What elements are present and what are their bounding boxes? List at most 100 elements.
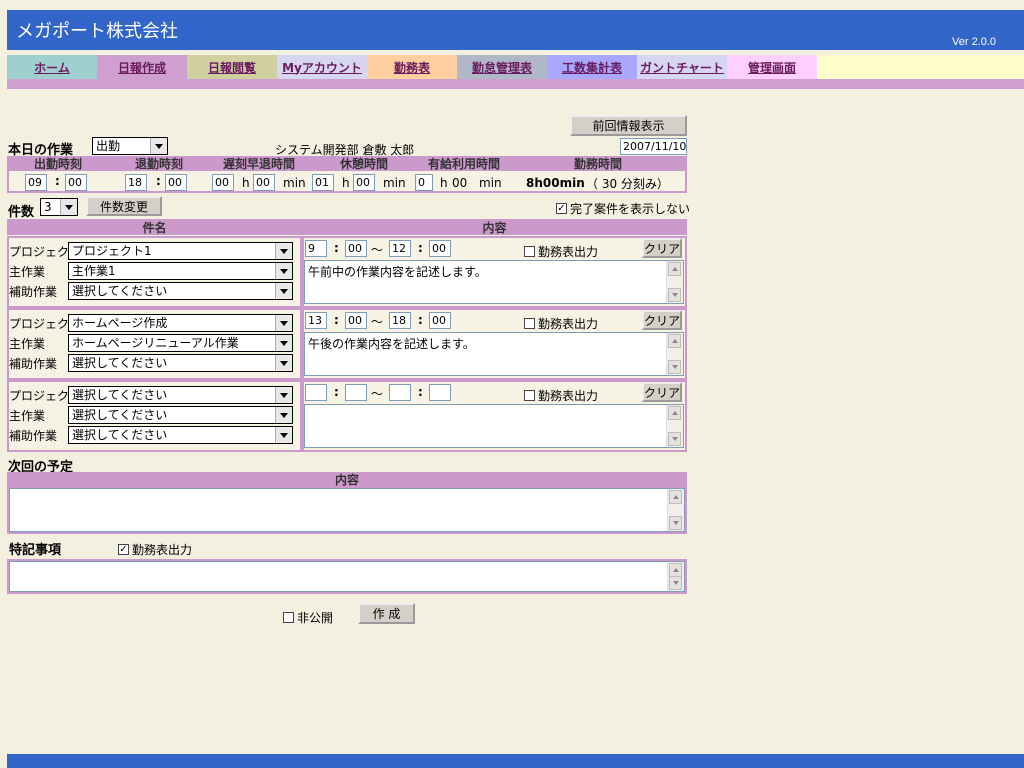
scrollbar[interactable] [667, 562, 684, 591]
chevron-down-icon [275, 263, 292, 279]
scrollbar[interactable] [666, 261, 683, 303]
task-start-minute[interactable]: 00 [345, 312, 367, 329]
task-content-textarea[interactable]: 午後の作業内容を記述します。 [304, 332, 684, 376]
main-work-select[interactable]: ホームページリニューアル作業 [68, 334, 293, 352]
chevron-down-icon [275, 243, 292, 259]
task-content-textarea[interactable] [304, 404, 684, 448]
scroll-down-icon[interactable] [668, 432, 681, 446]
sub-work-label: 補助作業 [9, 429, 58, 443]
task-end-hour[interactable]: 18 [389, 312, 411, 329]
main-work-label: 主作業 [9, 265, 46, 279]
task-start-hour[interactable]: 9 [305, 240, 327, 257]
scrollbar[interactable] [667, 489, 684, 531]
nav-underline [7, 79, 1024, 89]
attendance-select[interactable]: 出勤 [92, 137, 168, 155]
tab-admin[interactable]: 管理画面 [727, 55, 817, 79]
scroll-down-icon[interactable] [669, 516, 682, 530]
tab-home[interactable]: ホーム [7, 55, 97, 79]
scroll-up-icon[interactable] [668, 334, 681, 348]
tab-report-view[interactable]: 日報閲覧 [187, 55, 277, 79]
prev-info-button[interactable]: 前回情報表示 [570, 115, 687, 136]
private-checkbox[interactable]: 非公開 [283, 609, 333, 626]
tab-gantt[interactable]: ガントチャート [637, 55, 727, 79]
task-start-minute[interactable]: 00 [345, 240, 367, 257]
sub-work-label: 補助作業 [9, 357, 58, 371]
next-plan-textarea[interactable] [9, 488, 685, 532]
task-start-hour[interactable] [305, 384, 327, 401]
task-end-minute[interactable]: 00 [429, 312, 451, 329]
chevron-down-icon [275, 387, 292, 403]
special-timesheet-checkbox[interactable]: ✓ 勤務表出力 [118, 541, 192, 558]
work-time-value: 8h00min [526, 176, 585, 190]
special-notes-label: 特記事項 [9, 543, 62, 558]
chevron-down-icon [275, 335, 292, 351]
break-hour[interactable]: 01 [312, 174, 334, 191]
sub-work-select[interactable]: 選択してください [68, 282, 293, 300]
task-timesheet-checkbox[interactable]: 勤務表出力 [524, 315, 598, 332]
scroll-up-icon[interactable] [669, 563, 682, 577]
task-end-hour[interactable] [389, 384, 411, 401]
break-minute[interactable]: 00 [353, 174, 375, 191]
checkbox-checked-icon: ✓ [556, 202, 567, 214]
tab-timesheet[interactable]: 勤務表 [367, 55, 457, 79]
end-hour[interactable]: 18 [125, 174, 147, 191]
create-button[interactable]: 作 成 [358, 603, 415, 624]
task-end-hour[interactable]: 12 [389, 240, 411, 257]
task-content-textarea[interactable]: 午前中の作業内容を記述します。 [304, 260, 684, 304]
clear-button[interactable]: クリア [642, 382, 682, 402]
scroll-up-icon[interactable] [668, 406, 681, 420]
clear-button[interactable]: クリア [642, 238, 682, 258]
tab-report-create[interactable]: 日報作成 [97, 55, 187, 79]
sub-work-select[interactable]: 選択してください [68, 354, 293, 372]
paid-hour[interactable]: 0 [415, 174, 433, 191]
chevron-down-icon [60, 199, 77, 215]
chevron-down-icon [150, 138, 167, 154]
special-notes-textarea[interactable] [9, 561, 685, 592]
tab-my-account[interactable]: Myアカウント [277, 55, 367, 79]
rounding-note: （ 30 分刻み） [586, 177, 669, 191]
late-hour[interactable]: 00 [212, 174, 234, 191]
project-select[interactable]: ホームページ作成 [68, 314, 293, 332]
scroll-up-icon[interactable] [668, 262, 681, 276]
clear-button[interactable]: クリア [642, 310, 682, 330]
scroll-up-icon[interactable] [669, 490, 682, 504]
main-work-label: 主作業 [9, 409, 46, 423]
task-end-minute[interactable]: 00 [429, 240, 451, 257]
sub-work-select[interactable]: 選択してください [68, 426, 293, 444]
chevron-down-icon [275, 355, 292, 371]
task-start-hour[interactable]: 13 [305, 312, 327, 329]
nav-tabs: ホーム 日報作成 日報閲覧 Myアカウント 勤務表 勤怠管理表 工数集計表 ガン… [7, 55, 817, 79]
end-minute[interactable]: 00 [165, 174, 187, 191]
task-start-minute[interactable] [345, 384, 367, 401]
project-select[interactable]: 選択してください [68, 386, 293, 404]
main-work-select[interactable]: 選択してください [68, 406, 293, 424]
checkbox-icon [524, 390, 535, 401]
chevron-down-icon [275, 283, 292, 299]
task-timesheet-checkbox[interactable]: 勤務表出力 [524, 387, 598, 404]
start-minute[interactable]: 00 [65, 174, 87, 191]
tab-manhours[interactable]: 工数集計表 [547, 55, 637, 79]
paid-minute: 00 [452, 176, 468, 190]
scroll-down-icon[interactable] [668, 360, 681, 374]
main-work-select[interactable]: 主作業1 [68, 262, 293, 280]
hide-done-checkbox[interactable]: ✓ 完了案件を表示しない [556, 200, 690, 217]
scroll-down-icon[interactable] [669, 576, 682, 590]
checkbox-icon [524, 246, 535, 257]
report-date[interactable]: 2007/11/10 [620, 138, 687, 155]
scroll-down-icon[interactable] [668, 288, 681, 302]
task-end-minute[interactable] [429, 384, 451, 401]
task-timesheet-checkbox[interactable]: 勤務表出力 [524, 243, 598, 260]
chevron-down-icon [275, 315, 292, 331]
start-hour[interactable]: 09 [25, 174, 47, 191]
tab-attendance[interactable]: 勤怠管理表 [457, 55, 547, 79]
chevron-down-icon [275, 407, 292, 423]
count-select[interactable]: 3 [40, 198, 78, 216]
scrollbar[interactable] [666, 405, 683, 447]
late-minute[interactable]: 00 [253, 174, 275, 191]
scrollbar[interactable] [666, 333, 683, 375]
main-work-label: 主作業 [9, 337, 46, 351]
checkbox-checked-icon: ✓ [118, 543, 129, 555]
count-change-button[interactable]: 件数変更 [86, 196, 162, 216]
project-select[interactable]: プロジェクト1 [68, 242, 293, 260]
company-title: メガポート株式会社 [16, 21, 178, 42]
